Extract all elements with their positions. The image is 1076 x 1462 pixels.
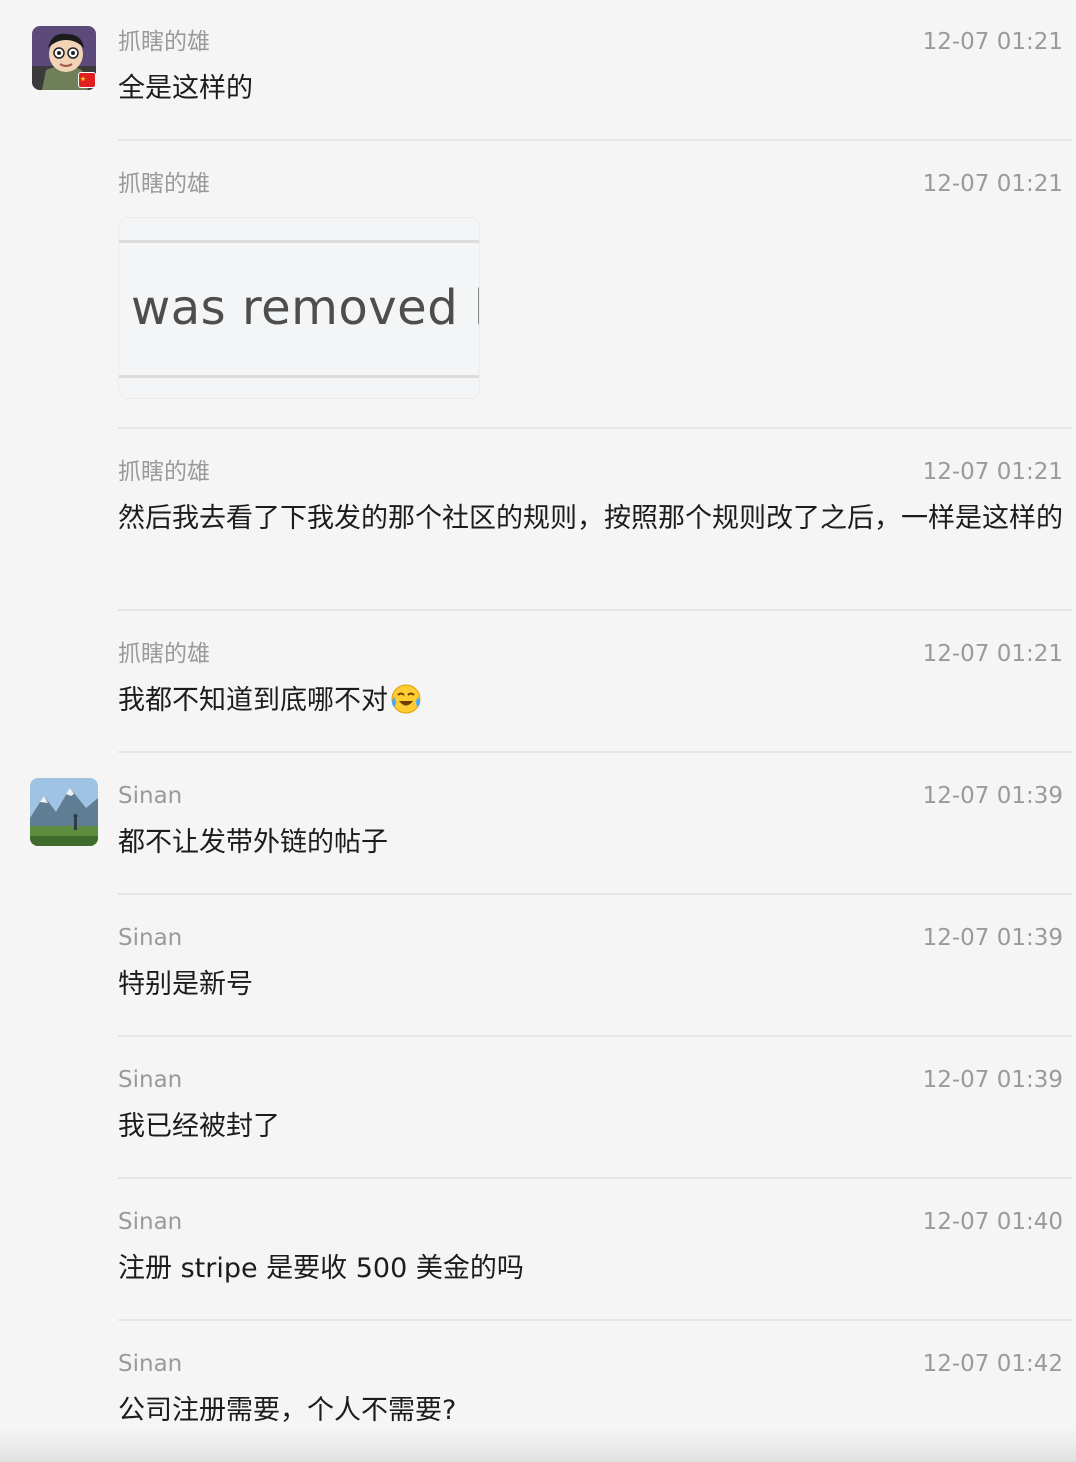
- message-divider: [118, 893, 1072, 895]
- message-text: 公司注册需要，个人不需要?: [118, 1395, 457, 1426]
- message-text: 我都不知道到底哪不对: [118, 685, 388, 716]
- message-timestamp: 12-07 01:21: [922, 459, 1063, 485]
- message-timestamp: 12-07 01:39: [922, 1067, 1063, 1093]
- message-timestamp: 12-07 01:21: [922, 171, 1063, 197]
- image-snippet-text: was removed by: [131, 280, 479, 336]
- message-timestamp: 12-07 01:39: [922, 783, 1063, 809]
- message-divider: [118, 1035, 1072, 1037]
- mountain-landscape-avatar-icon: [30, 778, 98, 846]
- message-sender: Sinan: [118, 1209, 183, 1235]
- message-sender: Sinan: [118, 1351, 183, 1377]
- message-divider: [118, 1177, 1072, 1179]
- message-divider: [118, 609, 1072, 611]
- message-text-with-emoji: 我都不知道到底哪不对: [118, 681, 1070, 721]
- crying-laughing-face-icon: [391, 684, 421, 714]
- scroll-fade-overlay: [0, 1428, 1076, 1462]
- user-avatar-sinan[interactable]: [30, 778, 98, 846]
- message-divider: [118, 427, 1072, 429]
- message-sender: Sinan: [118, 1067, 183, 1093]
- message-sender: 抓瞎的雄: [118, 641, 210, 667]
- message-text: 都不让发带外链的帖子: [118, 827, 388, 858]
- message-text: 注册 stripe 是要收 500 美金的吗: [118, 1253, 524, 1284]
- message-timestamp: 12-07 01:42: [922, 1351, 1063, 1377]
- message-text: 我已经被封了: [118, 1111, 280, 1142]
- message-divider: [118, 139, 1072, 141]
- image-rule-top: [119, 240, 479, 243]
- message-timestamp: 12-07 01:40: [922, 1209, 1063, 1235]
- message-divider: [118, 751, 1072, 753]
- message-text: 然后我去看了下我发的那个社区的规则，按照那个规则改了之后，一样是这样的: [118, 503, 1063, 534]
- message-text: 全是这样的: [118, 73, 253, 104]
- image-rule-bottom: [119, 375, 479, 378]
- china-flag-icon: [79, 73, 95, 87]
- message-sender: Sinan: [118, 783, 183, 809]
- message-divider: [118, 1319, 1072, 1321]
- chat-message-list: 抓瞎的雄 12-07 01:21 全是这样的 抓瞎的雄 12-07 01:21 …: [0, 0, 1076, 1462]
- message-timestamp: 12-07 01:39: [922, 925, 1063, 951]
- country-badge: [78, 72, 96, 88]
- message-sender: 抓瞎的雄: [118, 29, 210, 55]
- message-image-attachment[interactable]: was removed by: [118, 217, 480, 399]
- message-sender: Sinan: [118, 925, 183, 951]
- message-timestamp: 12-07 01:21: [922, 641, 1063, 667]
- message-timestamp: 12-07 01:21: [922, 29, 1063, 55]
- message-sender: 抓瞎的雄: [118, 171, 210, 197]
- message-text: 特别是新号: [118, 969, 253, 1000]
- message-sender: 抓瞎的雄: [118, 459, 210, 485]
